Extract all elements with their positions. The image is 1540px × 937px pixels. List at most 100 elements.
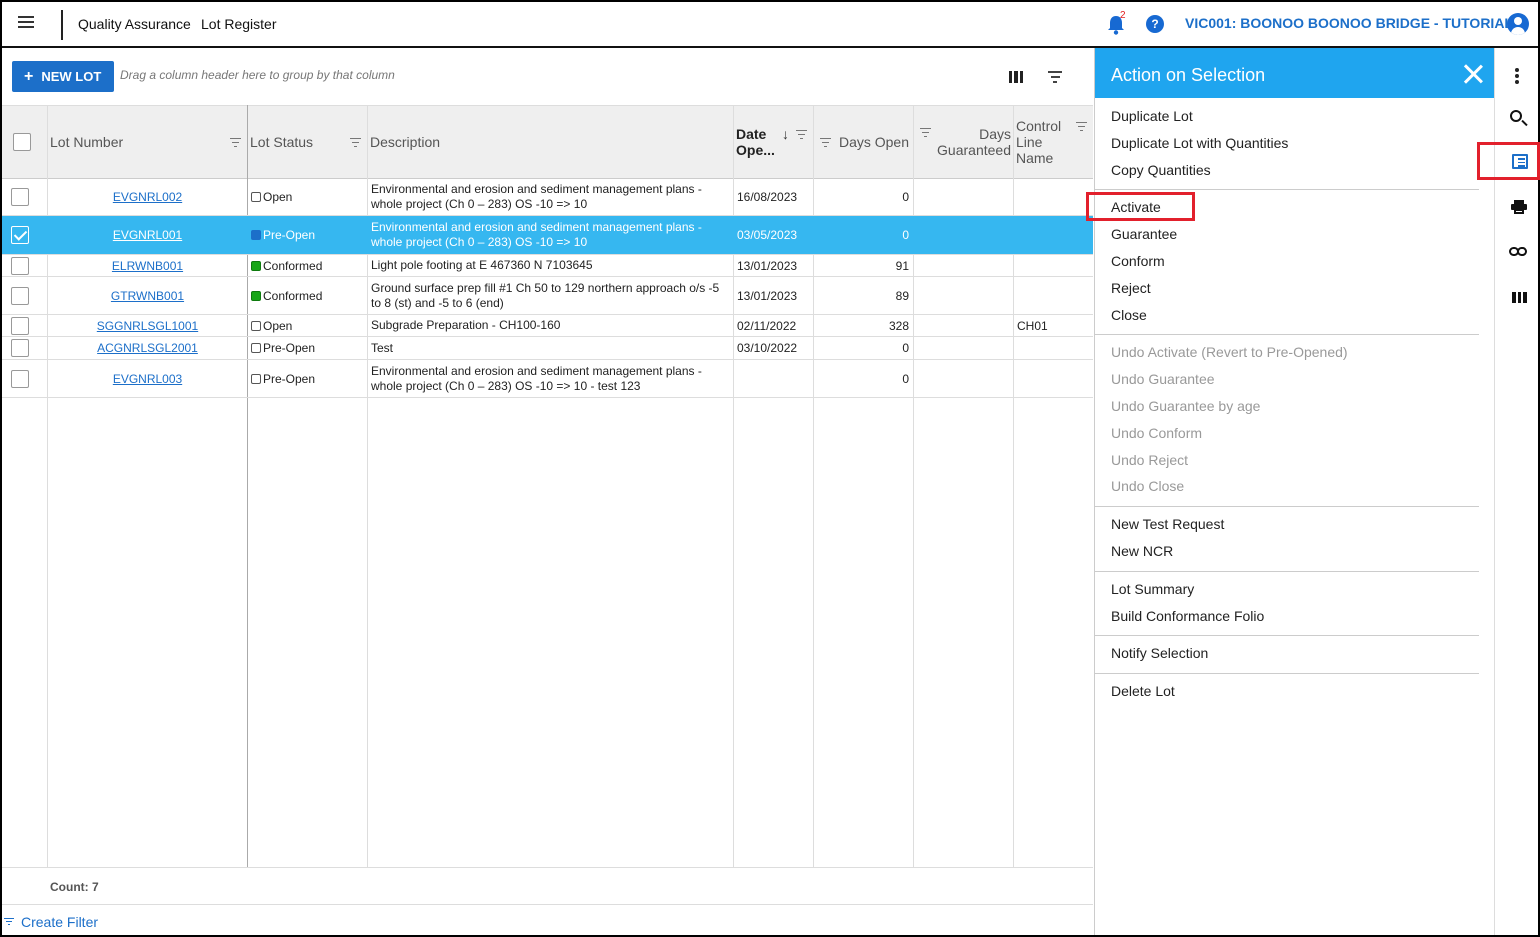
row-checkbox[interactable]: [11, 188, 29, 206]
menu-item-new-ncr[interactable]: New NCR: [1111, 543, 1173, 559]
table-row[interactable]: EVGNRL001 Pre-Open Environmental and erosi…: [2, 216, 1093, 255]
table-row[interactable]: EVGNRL002 Open Environmental and erosion a…: [2, 179, 1093, 216]
table-row[interactable]: EVGNRL003 Pre-Open Environmental and erosi…: [2, 360, 1093, 398]
row-checkbox[interactable]: [11, 256, 29, 275]
lot-number-cell[interactable]: EVGNRL002: [48, 179, 247, 215]
column-filter-icon[interactable]: [1076, 122, 1087, 131]
group-by-hint[interactable]: Drag a column header here to group by th…: [120, 68, 395, 82]
menu-item-undo-reject[interactable]: Undo Reject: [1111, 452, 1188, 468]
table-row[interactable]: ELRWNB001 Conformed Light pole footing at …: [2, 255, 1093, 277]
row-select-cell[interactable]: [2, 216, 47, 254]
select-all-checkbox[interactable]: [13, 133, 31, 151]
column-header-days-guaranteed[interactable]: Days Guaranteed: [914, 106, 1013, 179]
column-header-control-line-name[interactable]: Control Line Name: [1014, 106, 1093, 179]
lot-number-cell[interactable]: GTRWNB001: [48, 277, 247, 314]
menu-icon[interactable]: [18, 16, 34, 30]
days-open-cell: 91: [895, 258, 909, 273]
new-lot-button[interactable]: + NEW LOT: [12, 61, 114, 92]
columns-icon[interactable]: [1512, 292, 1528, 303]
grid-footer: Count: 7: [2, 867, 1093, 905]
menu-item-notify-selection[interactable]: Notify Selection: [1111, 645, 1208, 661]
column-header-lot-status[interactable]: Lot Status: [248, 106, 367, 179]
lot-number-cell[interactable]: ELRWNB001: [48, 255, 247, 276]
menu-item-close[interactable]: Close: [1111, 307, 1147, 323]
column-header-days-open[interactable]: Days Open: [814, 106, 913, 179]
lot-number-link[interactable]: ELRWNB001: [112, 259, 183, 273]
row-checkbox[interactable]: [11, 286, 29, 305]
project-selector[interactable]: VIC001: BOONOO BOONOO BRIDGE - TUTORIAL: [1185, 15, 1513, 31]
column-filter-icon[interactable]: [820, 138, 831, 147]
description-line: to 8 (st) and -5 to 6 (end): [371, 295, 504, 310]
menu-divider: [1095, 506, 1479, 507]
lot-status-cell: Pre-Open: [251, 360, 367, 397]
lot-number-cell[interactable]: SGGNRLSGL1001: [48, 315, 247, 336]
menu-item-duplicate-lot-with-quantities[interactable]: Duplicate Lot with Quantities: [1111, 135, 1288, 151]
select-all-header[interactable]: [2, 106, 47, 179]
table-row[interactable]: ACGNRLSGL2001 Pre-Open Test 03/10/2022 0: [2, 337, 1093, 360]
search-icon[interactable]: [1510, 110, 1522, 122]
menu-item-undo-activate-revert-to-pre-opened[interactable]: Undo Activate (Revert to Pre-Opened): [1111, 344, 1348, 360]
menu-item-undo-guarantee[interactable]: Undo Guarantee: [1111, 371, 1215, 387]
row-select-cell[interactable]: [2, 255, 47, 276]
lot-number-cell[interactable]: EVGNRL003: [48, 360, 247, 397]
close-icon[interactable]: [1463, 64, 1483, 84]
column-filter-icon[interactable]: [230, 138, 241, 147]
table-row[interactable]: GTRWNB001 Conformed Ground surface prep fi…: [2, 277, 1093, 315]
column-header-description[interactable]: Description: [368, 106, 733, 179]
row-checkbox[interactable]: [11, 226, 29, 244]
lot-number-link[interactable]: EVGNRL001: [113, 228, 182, 242]
column-header-date-opened[interactable]: Date Ope... ↓: [734, 106, 813, 179]
date-opened-cell: 13/01/2023: [737, 288, 798, 303]
days-guaranteed-cell: [914, 216, 1013, 254]
menu-item-reject[interactable]: Reject: [1111, 280, 1151, 296]
menu-item-copy-quantities[interactable]: Copy Quantities: [1111, 162, 1211, 178]
menu-item-duplicate-lot[interactable]: Duplicate Lot: [1111, 108, 1193, 124]
lot-number-link[interactable]: SGGNRLSGL1001: [97, 319, 198, 333]
column-filter-icon[interactable]: [350, 138, 361, 147]
link-icon[interactable]: [1509, 247, 1527, 256]
menu-item-guarantee[interactable]: Guarantee: [1111, 226, 1177, 242]
menu-item-delete-lot[interactable]: Delete Lot: [1111, 683, 1175, 699]
user-avatar-icon[interactable]: [1507, 13, 1529, 35]
lot-number-link[interactable]: ACGNRLSGL2001: [97, 341, 198, 355]
menu-item-build-conformance-folio[interactable]: Build Conformance Folio: [1111, 608, 1264, 624]
table-row[interactable]: SGGNRLSGL1001 Open Subgrade Preparation - …: [2, 315, 1093, 337]
filter-icon[interactable]: [1048, 71, 1062, 83]
column-chooser-icon[interactable]: [1009, 71, 1023, 83]
lot-number-link[interactable]: EVGNRL003: [113, 372, 182, 386]
row-checkbox[interactable]: [11, 339, 29, 357]
help-icon[interactable]: ?: [1146, 15, 1164, 33]
create-filter-icon[interactable]: [4, 918, 14, 926]
row-checkbox[interactable]: [11, 369, 29, 388]
menu-item-new-test-request[interactable]: New Test Request: [1111, 516, 1224, 532]
menu-item-undo-guarantee-by-age[interactable]: Undo Guarantee by age: [1111, 398, 1260, 414]
breadcrumb-module[interactable]: Quality Assurance: [78, 16, 191, 32]
status-indicator-icon: [251, 290, 261, 301]
row-select-cell[interactable]: [2, 360, 47, 397]
row-checkbox[interactable]: [11, 316, 29, 335]
row-select-cell[interactable]: [2, 315, 47, 336]
create-filter-link[interactable]: Create Filter: [21, 914, 98, 930]
control-line-cell: [1017, 255, 1093, 276]
lot-number-cell[interactable]: EVGNRL001: [48, 216, 247, 254]
sort-descending-icon[interactable]: ↓: [782, 126, 789, 142]
column-filter-icon[interactable]: [796, 130, 807, 139]
row-select-cell[interactable]: [2, 337, 47, 359]
lot-number-link[interactable]: EVGNRL002: [113, 190, 182, 204]
lot-status-cell: Open: [251, 179, 367, 215]
menu-item-undo-conform[interactable]: Undo Conform: [1111, 425, 1202, 441]
row-select-cell[interactable]: [2, 277, 47, 314]
lot-status-cell: Pre-Open: [251, 337, 367, 359]
control-line-cell: [1017, 277, 1093, 314]
menu-item-undo-close[interactable]: Undo Close: [1111, 478, 1184, 494]
menu-item-conform[interactable]: Conform: [1111, 253, 1165, 269]
activate-highlight-box: [1086, 192, 1195, 221]
menu-item-lot-summary[interactable]: Lot Summary: [1111, 581, 1194, 597]
row-select-cell[interactable]: [2, 179, 47, 215]
print-icon[interactable]: [1511, 200, 1527, 214]
lot-number-link[interactable]: GTRWNB001: [111, 289, 184, 303]
more-vert-icon[interactable]: [1515, 68, 1519, 86]
column-filter-icon[interactable]: [920, 128, 931, 137]
column-header-lot-number[interactable]: Lot Number: [48, 106, 247, 179]
lot-number-cell[interactable]: ACGNRLSGL2001: [48, 337, 247, 359]
